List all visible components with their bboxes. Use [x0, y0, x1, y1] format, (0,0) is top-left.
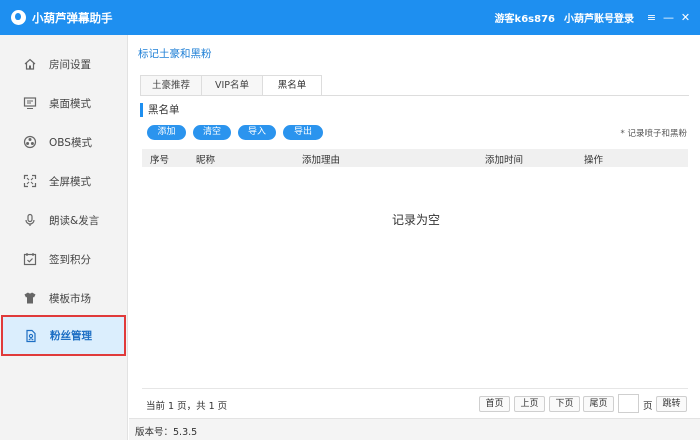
action-button-row: 添加 清空 导入 导出	[147, 125, 330, 140]
tab-bar: 土豪推荐 VIP名单 黑名单	[140, 75, 322, 96]
guest-username: 游客k6s876	[494, 14, 555, 25]
tab-divider	[140, 95, 689, 96]
calendar-check-icon	[23, 252, 37, 266]
sidebar-item-read-and-speak[interactable]: 朗读&发言	[0, 201, 128, 239]
blacklist-note: * 记录喷子和黑粉	[620, 129, 687, 139]
pager-divider	[142, 388, 688, 389]
jump-button[interactable]: 跳转	[656, 396, 687, 412]
column-header-nickname: 昵称	[196, 155, 216, 166]
export-button[interactable]: 导出	[283, 125, 323, 140]
shirt-icon	[23, 291, 37, 305]
last-page-button[interactable]: 尾页	[583, 396, 614, 412]
column-header-time: 添加时间	[485, 155, 524, 166]
sidebar-item-label: 签到积分	[49, 253, 91, 266]
sidebar-item-room-settings[interactable]: 房间设置	[0, 45, 128, 83]
next-page-button[interactable]: 下页	[549, 396, 580, 412]
microphone-icon	[23, 213, 37, 227]
sidebar-item-label: 房间设置	[49, 58, 91, 71]
title-bar-right: 游客k6s876 小葫芦账号登录 ≡ — ✕	[495, 0, 700, 35]
account-login-link[interactable]: 小葫芦账号登录	[564, 10, 634, 25]
import-button[interactable]: 导入	[238, 125, 276, 140]
clear-button[interactable]: 清空	[193, 125, 231, 140]
add-button[interactable]: 添加	[147, 125, 186, 140]
first-page-button[interactable]: 首页	[479, 396, 510, 412]
column-header-index: 序号	[150, 155, 170, 166]
sidebar-item-label: 桌面模式	[49, 97, 91, 110]
close-icon[interactable]: ✕	[677, 11, 694, 24]
home-icon	[23, 57, 37, 71]
obs-icon	[23, 135, 37, 149]
minimize-icon[interactable]: —	[660, 11, 677, 24]
fan-card-icon	[24, 329, 38, 343]
status-bar: 版本号：5.3.5	[129, 418, 700, 440]
tab-vip-list[interactable]: VIP名单	[201, 75, 262, 96]
sidebar-item-desktop-mode[interactable]: 桌面模式	[0, 84, 128, 122]
table-header: 序号 昵称 添加理由 添加时间 操作	[142, 149, 688, 167]
sidebar-item-fullscreen-mode[interactable]: 全屏模式	[0, 162, 128, 200]
prev-page-button[interactable]: 上页	[514, 396, 545, 412]
gourd-logo-icon	[11, 10, 26, 25]
page-info: 当前 1 页，共 1 页	[146, 401, 228, 412]
monitor-icon	[23, 96, 37, 110]
sidebar-item-obs-mode[interactable]: OBS模式	[0, 123, 128, 161]
section-title: 黑名单	[140, 103, 180, 117]
sidebar-item-fan-management[interactable]: 粉丝管理	[1, 315, 126, 356]
column-header-action: 操作	[584, 155, 604, 166]
sidebar-item-label: OBS模式	[49, 136, 92, 149]
menu-icon[interactable]: ≡	[643, 11, 660, 24]
app-title: 小葫芦弹幕助手	[32, 10, 113, 25]
sidebar-item-label: 模板市场	[49, 292, 91, 305]
empty-state-text: 记录为空	[392, 213, 441, 227]
title-bar: 小葫芦弹幕助手 游客k6s876 小葫芦账号登录 ≡ — ✕	[0, 0, 700, 35]
page-unit-label: 页	[643, 401, 653, 412]
column-header-reason: 添加理由	[302, 155, 341, 166]
sidebar-item-checkin-points[interactable]: 签到积分	[0, 240, 128, 278]
page-number-input[interactable]	[618, 394, 639, 413]
fullscreen-icon	[23, 174, 37, 188]
main-panel: 标记土豪和黑粉 土豪推荐 VIP名单 黑名单 黑名单 添加 清空 导入 导出 *…	[129, 35, 700, 418]
page-title: 标记土豪和黑粉	[138, 48, 212, 60]
tab-blacklist[interactable]: 黑名单	[262, 75, 322, 96]
sidebar: 房间设置 桌面模式 OBS模式 全屏模式 朗读&发言 签到积分 模板市场 粉丝管…	[0, 35, 128, 440]
sidebar-item-label: 全屏模式	[49, 175, 91, 188]
sidebar-item-label: 粉丝管理	[50, 330, 92, 342]
tab-rich-recommend[interactable]: 土豪推荐	[140, 75, 201, 96]
version-label: 版本号：5.3.5	[135, 427, 198, 438]
sidebar-item-label: 朗读&发言	[49, 214, 100, 227]
sidebar-item-template-market[interactable]: 模板市场	[0, 279, 128, 317]
